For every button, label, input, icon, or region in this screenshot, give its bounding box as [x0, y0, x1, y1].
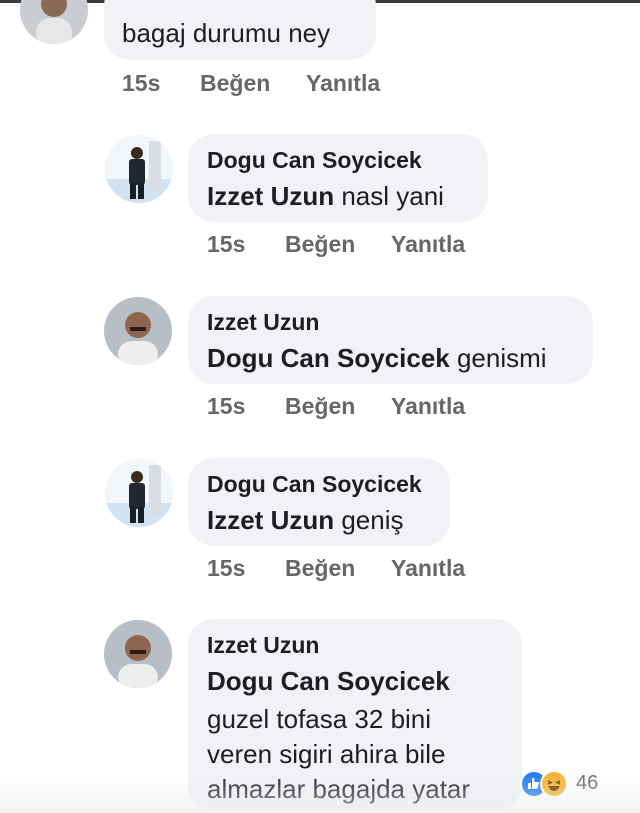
comment-body: nasl yani	[334, 181, 444, 211]
avatar[interactable]	[104, 297, 172, 365]
like-button[interactable]: Beğen	[200, 70, 270, 97]
mention-link[interactable]: Izzet Uzun	[207, 181, 334, 211]
comment-text: Dogu Can Soycicek genismi	[207, 343, 547, 374]
comment-author[interactable]: Dogu Can Soycicek	[207, 471, 422, 498]
avatar[interactable]	[105, 135, 173, 203]
mention-link[interactable]: Dogu Can Soycicek	[207, 343, 450, 373]
reaction-count: 46	[576, 772, 599, 794]
comment-time: 15s	[122, 70, 161, 96]
comment-time: 15s	[207, 393, 246, 419]
reply-button[interactable]: Yanıtla	[391, 555, 465, 582]
mention-link[interactable]: Dogu Can Soycicek	[207, 666, 450, 697]
reply-button[interactable]: Yanıtla	[306, 70, 380, 97]
reply-button[interactable]: Yanıtla	[391, 393, 465, 420]
reaction-summary[interactable]: 46	[520, 768, 612, 800]
avatar[interactable]	[105, 459, 173, 527]
comment-text: Izzet Uzun geniş	[207, 505, 404, 536]
comment-author[interactable]: Izzet Uzun	[207, 309, 319, 336]
comment-author[interactable]: Dogu Can Soycicek	[207, 147, 422, 174]
like-button[interactable]: Beğen	[285, 231, 355, 258]
comment-time: 15s	[207, 231, 246, 257]
like-button[interactable]: Beğen	[285, 393, 355, 420]
comment-text: bagaj durumu ney	[122, 18, 331, 48]
avatar[interactable]	[104, 620, 172, 688]
mention-link[interactable]: Izzet Uzun	[207, 505, 334, 535]
like-button[interactable]: Beğen	[285, 555, 355, 582]
comment-body: genismi	[449, 343, 547, 373]
comment-body: geniş	[334, 505, 404, 535]
comment-text: Izzet Uzun nasl yani	[207, 181, 444, 212]
comment-author[interactable]: Izzet Uzun	[207, 632, 319, 659]
reply-button[interactable]: Yanıtla	[391, 231, 465, 258]
comment-text-line: guzel tofasa 32 bini	[207, 704, 432, 734]
comment-text-line: veren sigiri ahira bile	[207, 739, 446, 769]
haha-icon	[540, 770, 568, 798]
avatar[interactable]	[20, 0, 88, 44]
comment-text-line: almazlar bagajda yatar	[207, 774, 471, 804]
comment-time: 15s	[207, 555, 246, 581]
